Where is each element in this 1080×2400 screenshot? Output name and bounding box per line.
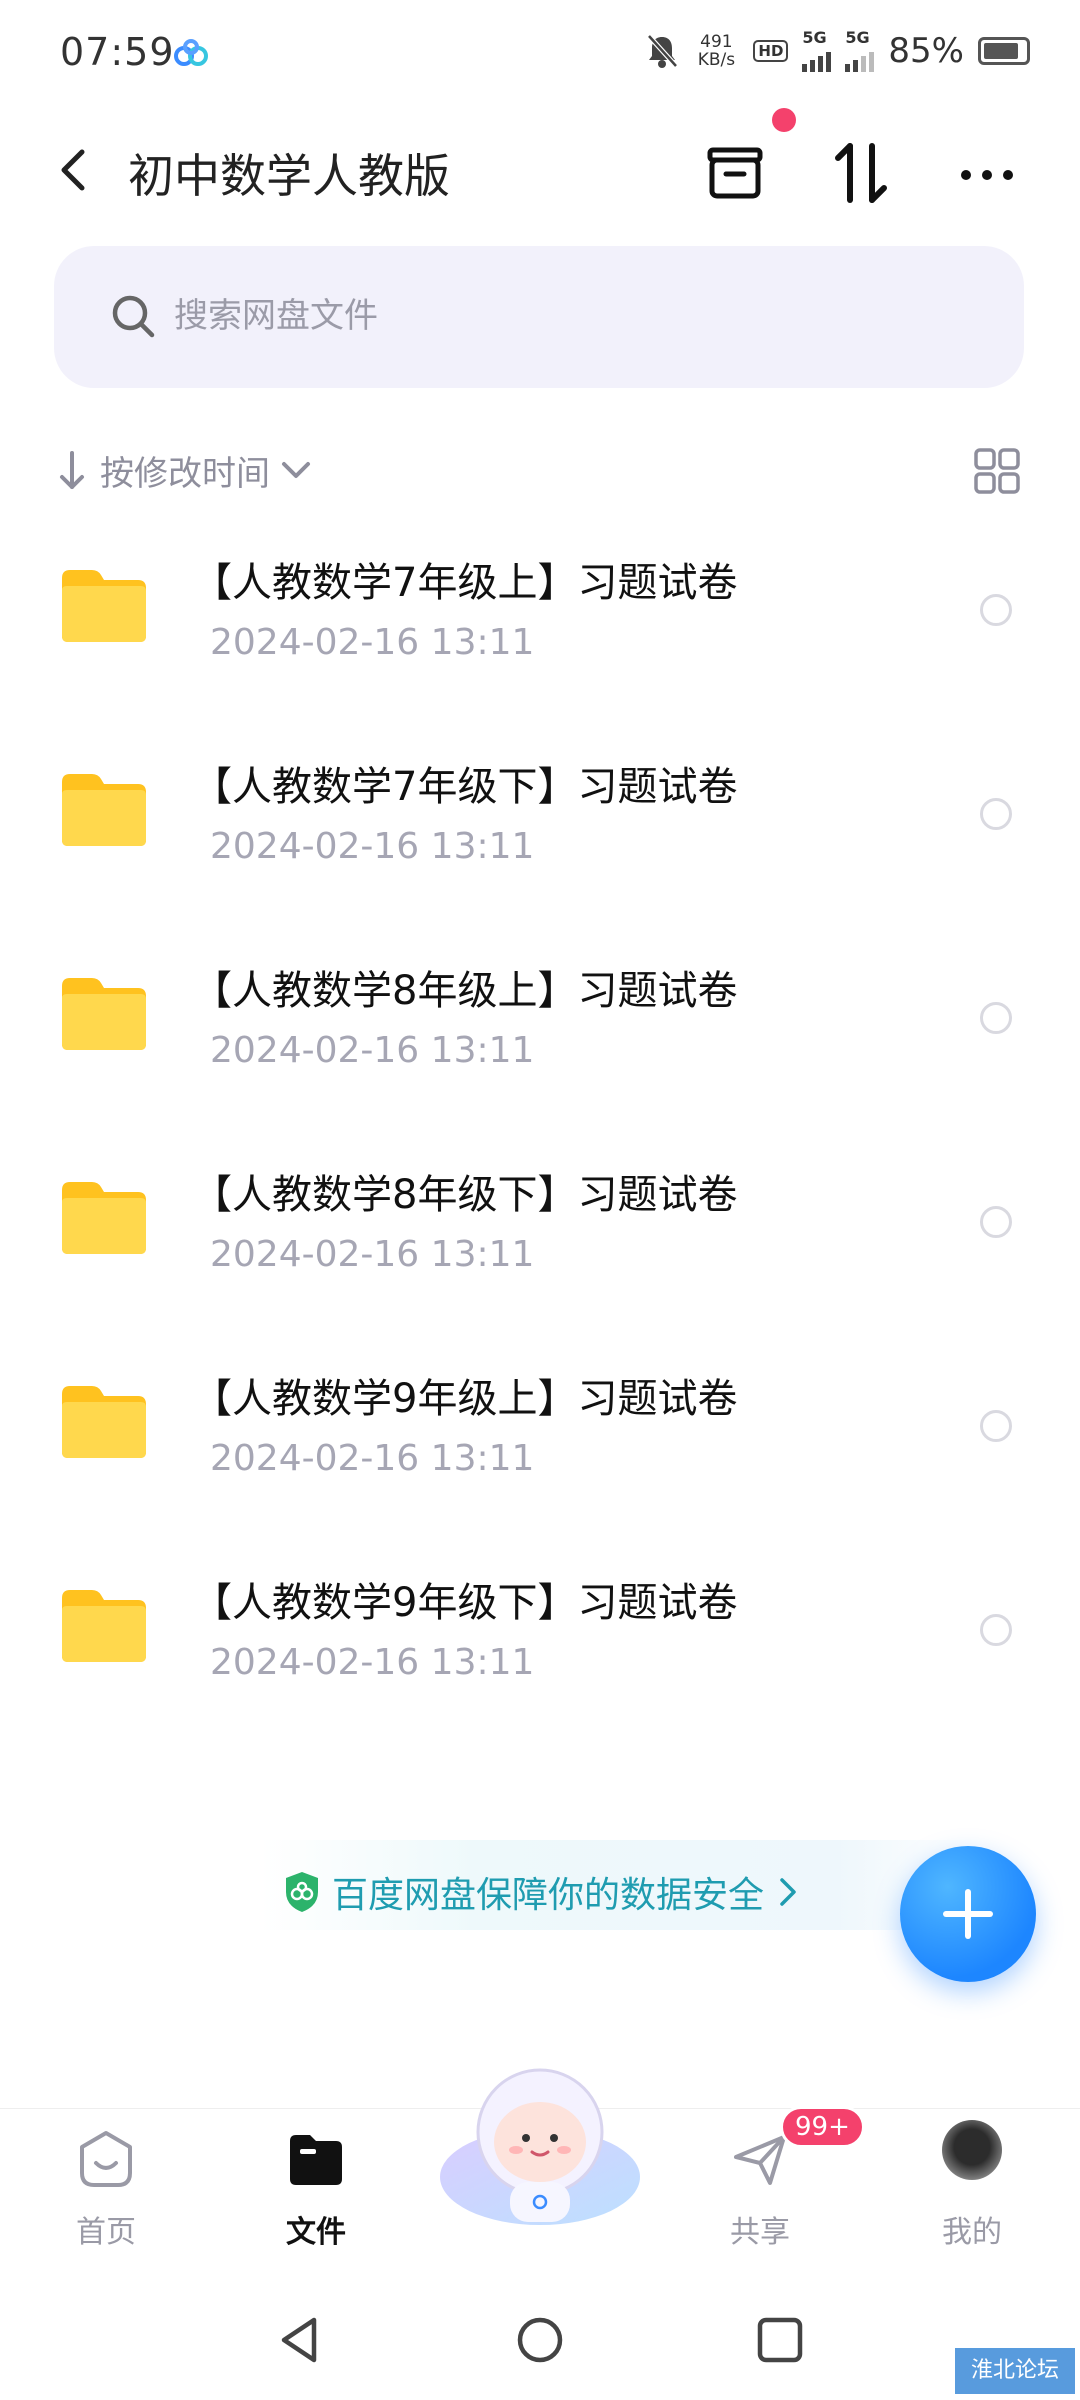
network-type-2: 5G	[845, 28, 870, 47]
system-nav-bar	[0, 2290, 1080, 2400]
security-banner-text: 百度网盘保障你的数据安全	[332, 1875, 765, 1916]
mascot-assistant-icon[interactable]	[430, 2052, 650, 2232]
signal-2: 5G	[845, 28, 875, 72]
sort-control[interactable]: 按修改时间	[54, 440, 316, 500]
file-name: 【人教数学8年级下】习题试卷	[192, 1172, 738, 1218]
signal-bars-1-icon	[802, 46, 832, 72]
add-button[interactable]	[900, 1846, 1036, 1982]
file-date: 2024-02-16 13:11	[210, 1642, 535, 1683]
shield-icon	[286, 1872, 318, 1912]
notification-dot	[772, 108, 796, 132]
system-recents-icon[interactable]	[752, 2312, 808, 2368]
file-date: 2024-02-16 13:11	[210, 1030, 535, 1071]
file-name: 【人教数学9年级上】习题试卷	[192, 1376, 738, 1422]
nav-home-label: 首页	[76, 2215, 136, 2250]
network-speed: 491 KB/s	[693, 33, 739, 69]
sort-label: 按修改时间	[100, 453, 270, 494]
file-row[interactable]: 【人教数学7年级下】习题试卷 2024-02-16 13:11	[0, 734, 1080, 938]
security-banner[interactable]: 百度网盘保障你的数据安全	[282, 1866, 802, 1918]
battery-fill	[984, 43, 1018, 59]
file-row[interactable]: 【人教数学8年级上】习题试卷 2024-02-16 13:11	[0, 938, 1080, 1142]
send-icon	[734, 2135, 786, 2185]
folder-icon	[62, 1590, 146, 1662]
file-name: 【人教数学8年级上】习题试卷	[192, 968, 738, 1014]
chevron-down-icon	[282, 462, 310, 478]
select-checkbox[interactable]	[980, 594, 1012, 626]
watermark-logo: 淮北论坛	[955, 2348, 1075, 2394]
hd-tag: HD	[753, 40, 789, 62]
system-home-icon[interactable]	[512, 2312, 568, 2368]
folder-icon	[62, 570, 146, 642]
folder-icon	[62, 1182, 146, 1254]
file-row[interactable]: 【人教数学9年级下】习题试卷 2024-02-16 13:11	[0, 1550, 1080, 1754]
file-name: 【人教数学7年级上】习题试卷	[192, 560, 738, 606]
search-input[interactable]	[174, 276, 874, 356]
status-bar: 07:59 491 KB/s HD 5G 5G 85%	[0, 0, 1080, 112]
sort-down-arrow-icon	[60, 451, 84, 489]
nav-share-label: 共享	[730, 2215, 790, 2250]
folder-icon	[62, 978, 146, 1050]
folder-icon	[62, 774, 146, 846]
signal-1: 5G	[802, 28, 832, 72]
file-date: 2024-02-16 13:11	[210, 622, 535, 663]
network-type-1: 5G	[802, 28, 827, 47]
nav-files-label: 文件	[286, 2215, 346, 2250]
system-back-icon[interactable]	[272, 2312, 328, 2368]
select-checkbox[interactable]	[980, 798, 1012, 830]
file-row[interactable]: 【人教数学8年级下】习题试卷 2024-02-16 13:11	[0, 1142, 1080, 1346]
header: 初中数学人教版	[0, 120, 1080, 220]
select-checkbox[interactable]	[980, 1002, 1012, 1034]
nav-mine-label: 我的	[942, 2215, 1002, 2250]
signal-bars-2-icon	[845, 46, 875, 72]
transfer-icon[interactable]	[826, 138, 896, 208]
more-icon[interactable]	[952, 138, 1022, 208]
status-right-group: 491 KB/s HD 5G 5G 85%	[645, 30, 1030, 72]
baidu-netdisk-status-icon	[174, 39, 208, 66]
search-icon	[112, 295, 155, 338]
share-badge: 99+	[780, 2106, 865, 2148]
chevron-right-icon	[780, 1878, 796, 1906]
file-row[interactable]: 【人教数学9年级上】习题试卷 2024-02-16 13:11	[0, 1346, 1080, 1550]
avatar[interactable]	[942, 2120, 1002, 2180]
search-bar[interactable]	[54, 246, 1024, 388]
back-icon[interactable]	[50, 144, 102, 196]
page-title: 初中数学人教版	[128, 149, 450, 203]
file-date: 2024-02-16 13:11	[210, 1234, 535, 1275]
network-speed-value: 491	[700, 32, 733, 52]
file-name: 【人教数学9年级下】习题试卷	[192, 1580, 738, 1626]
status-time: 07:59	[60, 30, 175, 74]
file-date: 2024-02-16 13:11	[210, 826, 535, 867]
battery-icon	[978, 37, 1030, 65]
select-checkbox[interactable]	[980, 1614, 1012, 1646]
home-icon	[80, 2131, 132, 2187]
battery-percent: 85%	[888, 31, 964, 71]
archive-icon[interactable]	[700, 138, 770, 208]
network-speed-unit: KB/s	[697, 50, 736, 70]
nav-home[interactable]: 首页	[26, 2109, 186, 2289]
file-date: 2024-02-16 13:11	[210, 1438, 535, 1479]
folder-filled-icon	[290, 2135, 342, 2185]
nav-files[interactable]: 文件	[236, 2109, 396, 2289]
folder-icon	[62, 1386, 146, 1458]
grid-view-icon[interactable]	[972, 446, 1022, 496]
select-checkbox[interactable]	[980, 1206, 1012, 1238]
file-name: 【人教数学7年级下】习题试卷	[192, 764, 738, 810]
plus-icon	[943, 1889, 993, 1939]
file-list: 【人教数学7年级上】习题试卷 2024-02-16 13:11 【人教数学7年级…	[0, 530, 1080, 1754]
file-row[interactable]: 【人教数学7年级上】习题试卷 2024-02-16 13:11	[0, 530, 1080, 734]
mute-bell-icon	[647, 34, 679, 68]
select-checkbox[interactable]	[980, 1410, 1012, 1442]
